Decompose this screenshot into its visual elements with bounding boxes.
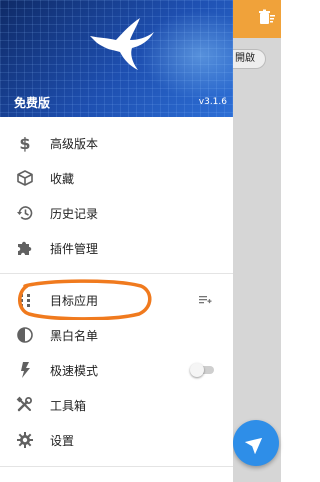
- menu-divider: [0, 273, 233, 274]
- background-chip[interactable]: 開啟: [233, 49, 266, 69]
- menu-item-history[interactable]: 历史记录: [0, 196, 233, 230]
- menu-label-settings: 设置: [50, 434, 75, 448]
- navigation-drawer: 免费版 v3.1.6 $ 高级版本 收藏 历史记录 插件管理 目标应用 黑白名单…: [0, 0, 233, 482]
- hummingbird-logo-icon: [90, 18, 154, 70]
- flash-icon: [21, 362, 30, 378]
- playlist-add-icon[interactable]: [198, 293, 212, 307]
- menu-divider-bottom: [0, 466, 233, 467]
- svg-text:$: $: [19, 134, 30, 152]
- menu-item-toolbox[interactable]: 工具箱: [0, 388, 233, 422]
- fab-button[interactable]: [233, 420, 279, 466]
- menu-label-history: 历史记录: [50, 207, 99, 221]
- edition-label: 免费版: [14, 96, 51, 110]
- tools-icon: [16, 396, 32, 412]
- turbo-mode-toggle[interactable]: [190, 363, 214, 377]
- menu-label-blacklist: 黑白名单: [50, 329, 99, 343]
- version-label: v3.1.6: [198, 97, 227, 107]
- menu-item-blacklist[interactable]: 黑白名单: [0, 318, 233, 352]
- menu-item-plugins[interactable]: 插件管理: [0, 231, 233, 265]
- menu-item-turbo-mode[interactable]: 极速模式: [0, 353, 233, 387]
- menu-item-premium[interactable]: $ 高级版本: [0, 126, 233, 160]
- annotation-circle: [18, 279, 152, 320]
- send-icon: [245, 437, 263, 454]
- background-app: [233, 0, 281, 482]
- menu-label-plugins: 插件管理: [50, 242, 99, 256]
- puzzle-icon: [18, 241, 32, 255]
- delete-list-icon[interactable]: [257, 8, 277, 28]
- menu-label-premium: 高级版本: [50, 137, 99, 151]
- gear-icon: [17, 432, 33, 448]
- dollar-icon: $: [19, 134, 30, 152]
- cube-icon: [17, 170, 33, 186]
- drawer-header: 免费版 v3.1.6: [0, 0, 233, 117]
- menu-item-favorites[interactable]: 收藏: [0, 161, 233, 195]
- contrast-icon: [17, 327, 33, 343]
- history-icon: [17, 206, 33, 220]
- menu-label-toolbox: 工具箱: [50, 399, 87, 413]
- toggle-knob: [190, 363, 204, 377]
- menu-label-favorites: 收藏: [50, 172, 75, 186]
- menu-item-settings[interactable]: 设置: [0, 423, 233, 457]
- menu-label-turbo-mode: 极速模式: [50, 364, 99, 378]
